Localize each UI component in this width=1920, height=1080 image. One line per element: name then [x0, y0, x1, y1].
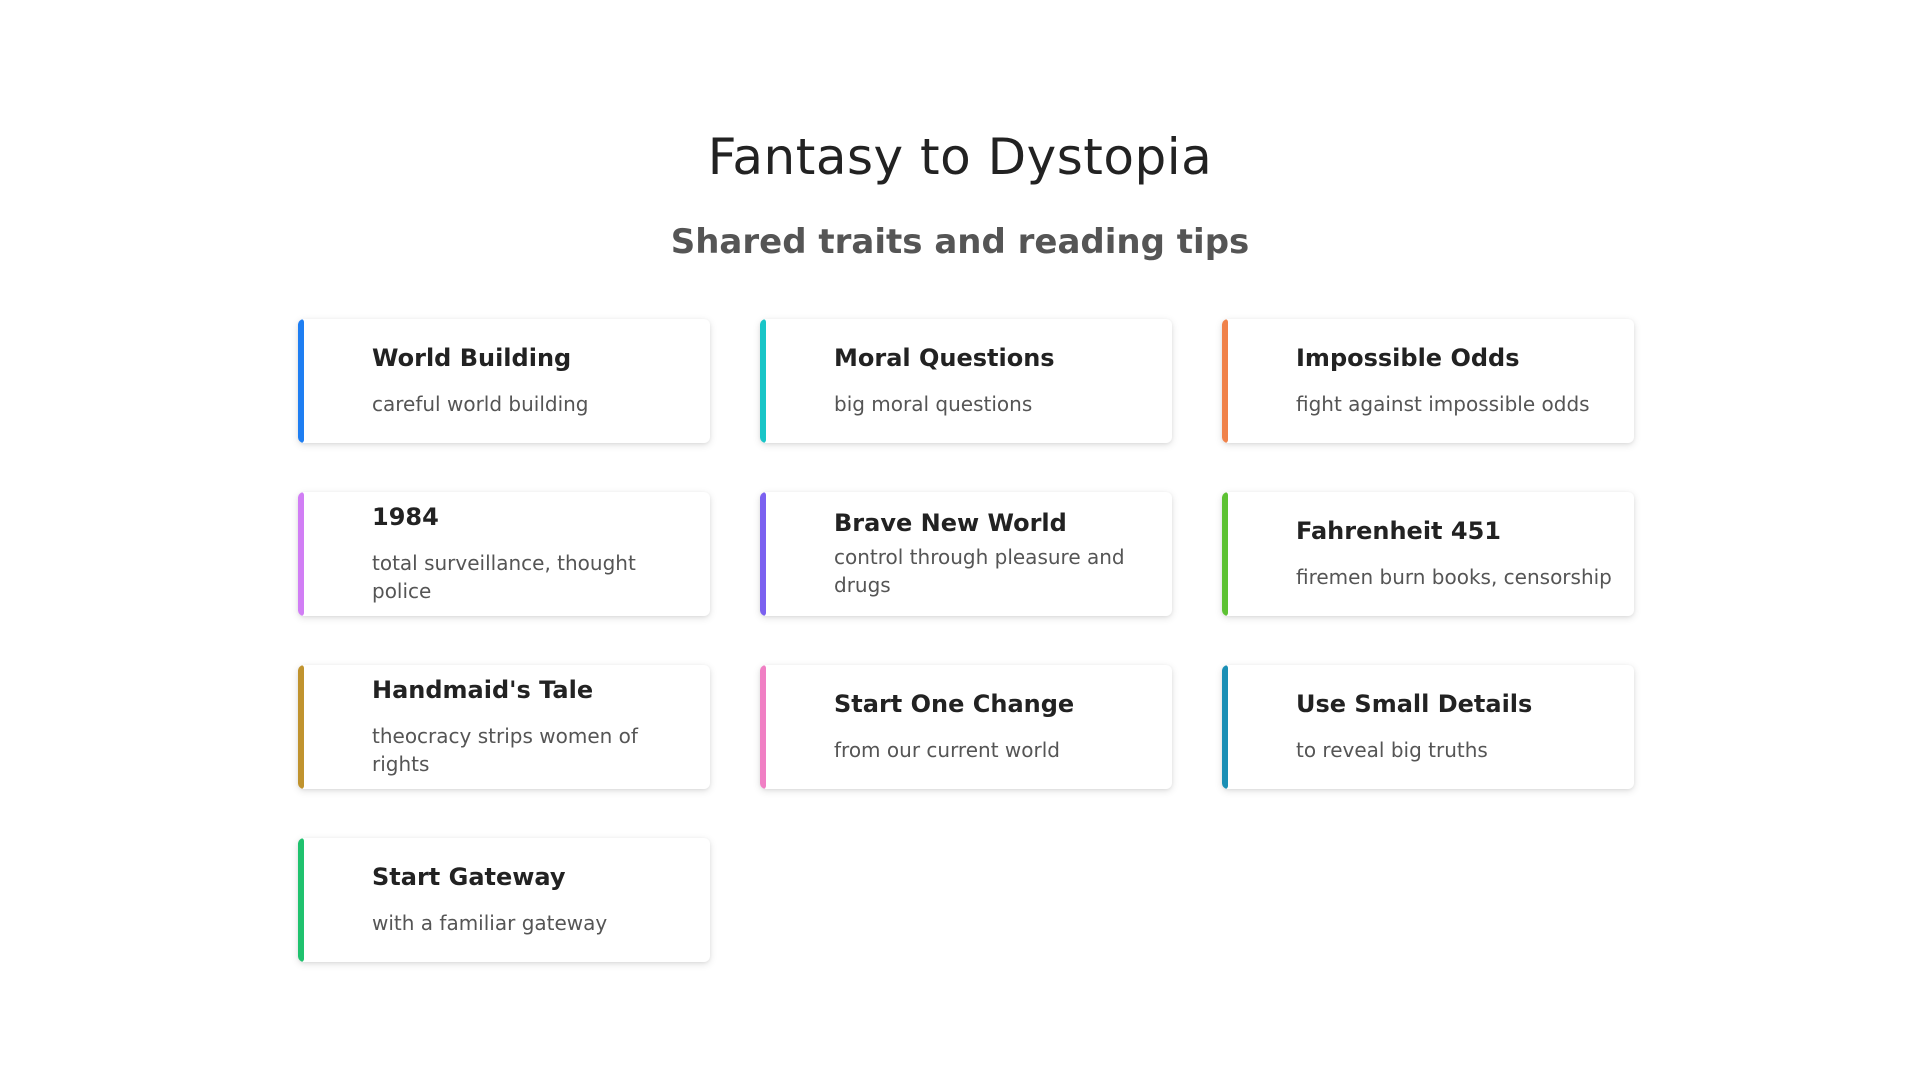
- card-impossible-odds: Impossible Odds fight against impossible…: [1222, 319, 1634, 443]
- card-accent-bar: [760, 492, 766, 616]
- card-description: fight against impossible odds: [1296, 392, 1590, 416]
- card-accent-bar: [298, 838, 304, 962]
- card-description: total surveillance, thought police: [372, 551, 636, 603]
- card-description: to reveal big truths: [1296, 738, 1488, 762]
- card-description: control through pleasure and drugs: [834, 545, 1125, 597]
- card-body: Impossible Odds fight against impossible…: [1296, 319, 1620, 443]
- card-fahrenheit-451: Fahrenheit 451 firemen burn books, censo…: [1222, 492, 1634, 616]
- card-use-small-details: Use Small Details to reveal big truths: [1222, 665, 1634, 789]
- card-accent-bar: [760, 319, 766, 443]
- card-title: Brave New World: [834, 509, 1067, 537]
- card-body: Brave New World control through pleasure…: [834, 492, 1158, 616]
- card-body: Start One Change from our current world: [834, 665, 1158, 789]
- card-brave-new-world: Brave New World control through pleasure…: [760, 492, 1172, 616]
- page-title: Fantasy to Dystopia: [707, 128, 1213, 186]
- card-body: Moral Questions big moral questions: [834, 319, 1158, 443]
- card-accent-bar: [1222, 665, 1228, 789]
- card-body: Start Gateway with a familiar gateway: [372, 838, 696, 962]
- card-1984: 1984 total surveillance, thought police: [298, 492, 710, 616]
- card-title: Impossible Odds: [1296, 344, 1520, 372]
- card-title: Use Small Details: [1296, 690, 1533, 718]
- card-title: Moral Questions: [834, 344, 1055, 372]
- card-title: Handmaid's Tale: [372, 676, 594, 704]
- card-body: World Building careful world building: [372, 319, 696, 443]
- card-title: Start Gateway: [372, 863, 566, 891]
- card-title: 1984: [372, 503, 439, 531]
- card-accent-bar: [298, 665, 304, 789]
- card-title: Fahrenheit 451: [1296, 517, 1501, 545]
- card-world-building: World Building careful world building: [298, 319, 710, 443]
- card-description: firemen burn books, censorship: [1296, 565, 1612, 589]
- card-start-gateway: Start Gateway with a familiar gateway: [298, 838, 710, 962]
- card-body: Fahrenheit 451 firemen burn books, censo…: [1296, 492, 1620, 616]
- card-grid: World Building careful world building Mo…: [298, 319, 1642, 962]
- card-description: big moral questions: [834, 392, 1033, 416]
- card-handmaids-tale: Handmaid's Tale theocracy strips women o…: [298, 665, 710, 789]
- page-subtitle: Shared traits and reading tips: [670, 222, 1250, 262]
- card-description: theocracy strips women of rights: [372, 724, 638, 776]
- card-description: careful world building: [372, 392, 589, 416]
- card-moral-questions: Moral Questions big moral questions: [760, 319, 1172, 443]
- card-accent-bar: [1222, 492, 1228, 616]
- card-description: from our current world: [834, 738, 1060, 762]
- card-start-one-change: Start One Change from our current world: [760, 665, 1172, 789]
- card-accent-bar: [1222, 319, 1228, 443]
- card-body: Handmaid's Tale theocracy strips women o…: [372, 665, 696, 789]
- page: Fantasy to Dystopia Shared traits and re…: [0, 0, 1920, 1080]
- card-body: 1984 total surveillance, thought police: [372, 492, 696, 616]
- card-accent-bar: [760, 665, 766, 789]
- card-body: Use Small Details to reveal big truths: [1296, 665, 1620, 789]
- card-accent-bar: [298, 492, 304, 616]
- card-title: Start One Change: [834, 690, 1075, 718]
- card-description: with a familiar gateway: [372, 911, 608, 935]
- card-accent-bar: [298, 319, 304, 443]
- card-title: World Building: [372, 344, 572, 372]
